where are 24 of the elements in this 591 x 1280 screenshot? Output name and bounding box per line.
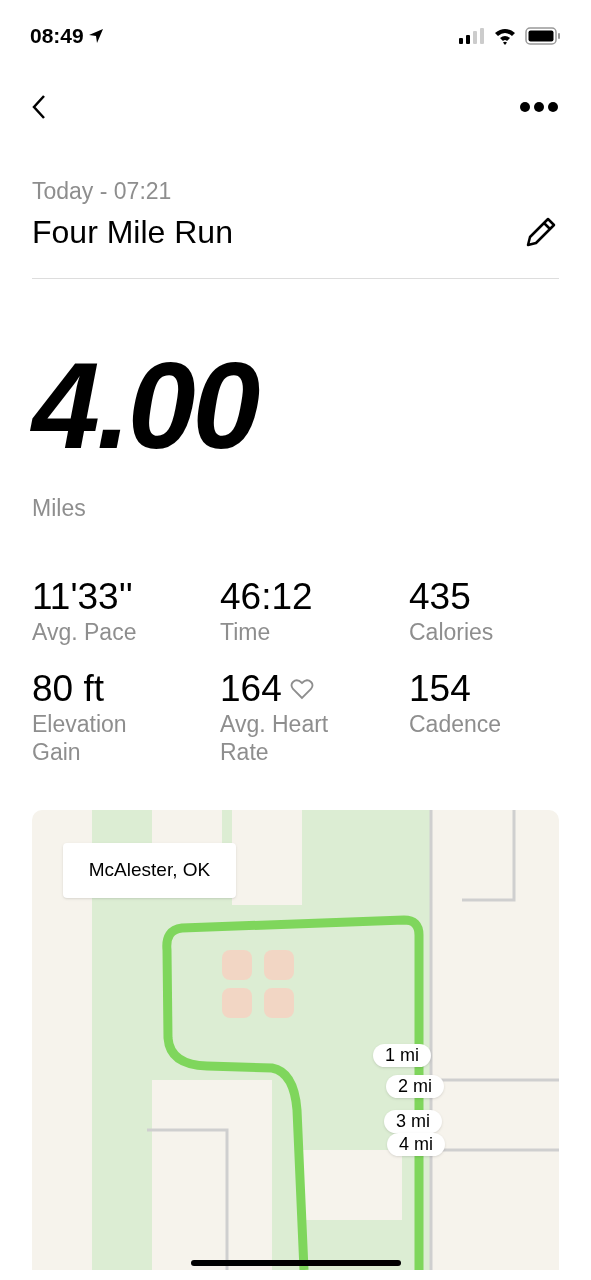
stat-label: Elevation Gain: [32, 709, 128, 766]
distance-unit: Miles: [32, 494, 87, 523]
activity-title: Four Mile Run: [32, 213, 233, 252]
stat-value: 11'33'': [32, 575, 133, 618]
signal-icon: [459, 28, 485, 44]
activity-date: Today - 07:21: [32, 177, 173, 206]
battery-icon: [525, 27, 561, 45]
stat-label: Calories: [409, 617, 495, 646]
stat-label: Avg. Pace: [32, 617, 138, 646]
more-button[interactable]: [519, 100, 559, 114]
stat-value: 435: [409, 575, 471, 618]
status-time: 08:49: [30, 23, 84, 50]
location-label: McAlester, OK: [63, 842, 236, 898]
location-arrow-icon: [87, 28, 104, 44]
stat-label: Cadence: [409, 709, 503, 738]
heart-icon: [289, 677, 314, 700]
stat-value: 80 ft: [32, 667, 104, 710]
stat-label: Time: [220, 617, 272, 646]
stat-value: 154: [409, 667, 471, 710]
stat-value: 164: [220, 667, 282, 710]
wifi-icon: [493, 27, 517, 45]
stat-value: 46:12: [220, 575, 313, 618]
distance-value: 4.00: [32, 351, 259, 461]
stat-label: Avg. Heart Rate: [220, 709, 330, 766]
